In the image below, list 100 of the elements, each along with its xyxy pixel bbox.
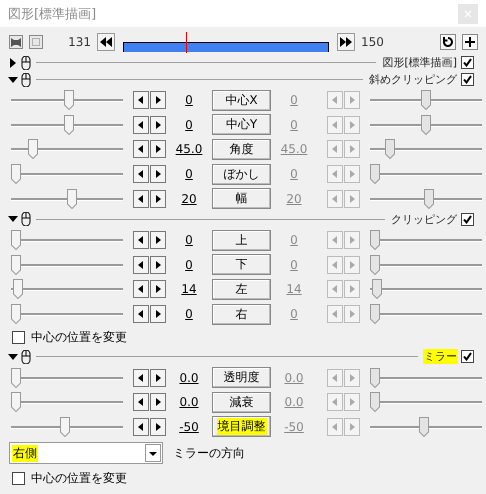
parameter-button[interactable]: 透明度 [212,367,271,388]
slider-track[interactable] [11,139,123,160]
checkbox[interactable] [12,330,25,344]
slider-track[interactable] [370,368,482,388]
slider-track[interactable] [370,90,482,110]
increment-button[interactable] [150,190,166,208]
increment-button[interactable] [150,116,166,134]
parameter-button[interactable]: 幅 [212,188,271,210]
slider-track[interactable] [11,114,123,135]
increment-button[interactable] [150,418,166,436]
direction-dropdown[interactable]: 右側 [9,442,163,464]
slider-thumb[interactable] [64,90,74,110]
value-field[interactable]: 0.0 [166,395,212,410]
value-field[interactable]: 0.0 [166,370,212,385]
value-field[interactable]: 14 [166,282,212,296]
slider-track[interactable] [370,164,482,184]
slider-track[interactable] [370,114,482,135]
slider-track[interactable] [11,164,123,184]
refresh-icon[interactable] [440,34,456,50]
slider-track[interactable] [11,254,123,275]
decrement-button[interactable] [133,140,149,158]
decrement-button[interactable] [133,393,149,412]
increment-button[interactable] [150,140,166,158]
increment-button[interactable] [150,165,166,184]
timeline-bar[interactable] [123,32,329,52]
increment-button[interactable] [150,231,166,250]
slider-track[interactable] [11,416,123,437]
checkbox[interactable] [461,73,474,86]
slider-thumb[interactable] [11,304,21,324]
slider-thumb[interactable] [60,416,70,437]
increment-button[interactable] [150,256,166,274]
slider-track[interactable] [370,230,482,250]
value-field[interactable]: 0 [166,118,212,132]
value-field[interactable]: 0 [166,167,212,182]
slider-track[interactable] [11,90,123,110]
slider-thumb[interactable] [11,230,21,250]
slider-track[interactable] [11,188,123,209]
slider-track[interactable] [370,139,482,160]
slider-track[interactable] [11,368,123,388]
slider-thumb[interactable] [67,188,78,209]
parameter-button[interactable]: ぼかし [212,164,271,185]
slider-track[interactable] [370,279,482,300]
increment-button[interactable] [150,91,166,110]
value-field[interactable]: 0 [166,258,212,272]
decrement-button[interactable] [133,231,149,250]
slider-track[interactable] [11,230,123,250]
collapse-triangle-icon[interactable] [8,214,18,224]
add-icon[interactable] [462,34,478,50]
checkbox[interactable] [461,350,474,364]
value-field[interactable]: -50 [166,420,212,434]
decrement-button[interactable] [133,190,149,208]
decrement-button[interactable] [133,116,149,134]
checkbox[interactable] [461,56,474,69]
collapse-triangle-icon[interactable] [8,352,18,362]
increment-button[interactable] [150,280,166,298]
parameter-button[interactable]: 右 [212,304,271,325]
parameter-button[interactable]: 中心Y [212,114,271,136]
decrement-button[interactable] [133,305,149,324]
slider-track[interactable] [370,416,482,437]
decrement-button[interactable] [133,368,149,387]
decrement-button[interactable] [133,256,149,274]
slider-track[interactable] [370,254,482,275]
slider-track[interactable] [370,188,482,209]
decrement-button[interactable] [133,91,149,110]
checkbox[interactable] [461,212,474,226]
slider-thumb[interactable] [11,368,21,388]
decrement-button[interactable] [133,165,149,184]
slider-track[interactable] [11,279,123,300]
fast-forward-button[interactable] [337,33,355,51]
decrement-button[interactable] [133,418,149,436]
increment-button[interactable] [150,393,166,412]
slider-track[interactable] [370,304,482,324]
rewind-button[interactable] [97,33,115,51]
expand-triangle-icon[interactable] [8,58,18,68]
slider-track[interactable] [11,392,123,412]
slider-thumb[interactable] [11,254,21,275]
decrement-button[interactable] [133,280,149,298]
slider-thumb[interactable] [13,279,24,300]
checkbox[interactable] [12,472,25,485]
parameter-button[interactable]: 中心X [212,90,271,111]
parameter-button[interactable]: 境目調整 [212,416,271,438]
increment-button[interactable] [150,305,166,324]
parameter-button[interactable]: 左 [212,278,271,300]
collapse-triangle-icon[interactable] [8,74,18,84]
slider-thumb[interactable] [64,114,74,135]
increment-button[interactable] [150,368,166,387]
parameter-button[interactable]: 下 [212,254,271,276]
slider-thumb[interactable] [11,392,21,412]
slider-thumb[interactable] [11,164,21,184]
slider-track[interactable] [370,392,482,412]
parameter-button[interactable]: 角度 [212,138,271,160]
value-field[interactable]: 0 [166,307,212,322]
parameter-button[interactable]: 減衰 [212,392,271,413]
parameter-button[interactable]: 上 [212,230,271,251]
value-field[interactable]: 0 [166,233,212,248]
value-field[interactable]: 0 [166,93,212,108]
slider-track[interactable] [11,304,123,324]
frame-icon[interactable] [29,35,43,49]
value-field[interactable]: 45.0 [166,142,212,156]
slider-thumb[interactable] [28,139,38,160]
